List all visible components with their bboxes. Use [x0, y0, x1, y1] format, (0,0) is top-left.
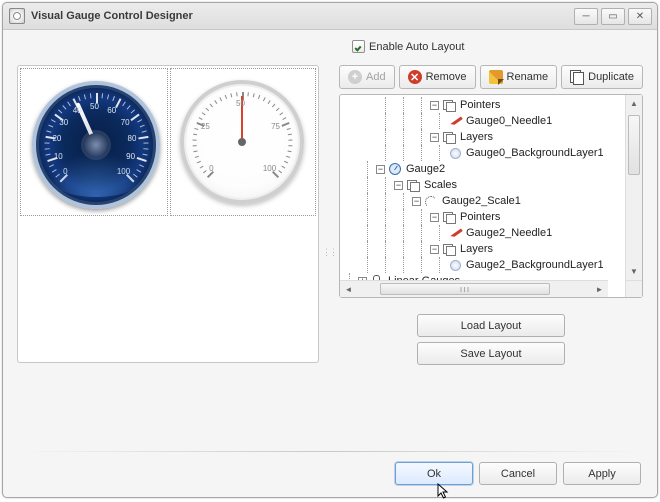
- group-icon: [442, 211, 456, 223]
- scroll-up-icon[interactable]: ▲: [626, 95, 642, 112]
- duplicate-icon: [570, 70, 584, 84]
- expander-icon[interactable]: −: [394, 181, 403, 190]
- tree-node-bg2[interactable]: Gauge2_BackgroundLayer1: [340, 257, 625, 273]
- expander-icon[interactable]: −: [376, 165, 385, 174]
- titlebar: Visual Gauge Control Designer ─ ▭ ✕: [3, 3, 657, 30]
- separator: [17, 451, 643, 452]
- expander-icon[interactable]: −: [430, 101, 439, 110]
- tree-node-scale2-1[interactable]: − Gauge2_Scale1: [340, 193, 625, 209]
- scroll-right-icon[interactable]: ►: [591, 281, 608, 297]
- save-layout-button[interactable]: Save Layout: [417, 342, 565, 365]
- auto-layout-checkbox[interactable]: [352, 40, 365, 53]
- load-layout-button[interactable]: Load Layout: [417, 314, 565, 337]
- tree-hscrollbar[interactable]: ◄ ııı ►: [340, 280, 608, 297]
- close-button[interactable]: ✕: [628, 8, 652, 25]
- plus-icon: +: [348, 70, 362, 84]
- tree-node-scales2[interactable]: − Scales: [340, 177, 625, 193]
- tree-toolbar: + Add ✕ Remove Rename Duplicate: [339, 65, 643, 89]
- tree-node-layers0[interactable]: − Layers: [340, 129, 625, 145]
- gauge-icon: [388, 163, 402, 175]
- gauge2-hub: [238, 138, 246, 146]
- gauge-circular-dark[interactable]: 0102030405060708090100: [32, 81, 160, 209]
- scroll-corner: [625, 280, 642, 297]
- tree-node-needle2[interactable]: Gauge2_Needle1: [340, 225, 625, 241]
- dialog-buttons: Ok Cancel Apply: [17, 462, 643, 485]
- apply-button[interactable]: Apply: [563, 462, 641, 485]
- gauge-circular-light[interactable]: 0255075100: [180, 80, 304, 204]
- add-button[interactable]: + Add: [339, 65, 395, 89]
- remove-button[interactable]: ✕ Remove: [399, 65, 476, 89]
- preview-canvas[interactable]: 0102030405060708090100 0255075100: [17, 65, 319, 363]
- cancel-button[interactable]: Cancel: [479, 462, 557, 485]
- expander-icon[interactable]: −: [430, 133, 439, 142]
- expander-icon[interactable]: −: [430, 213, 439, 222]
- layer-icon: [448, 259, 462, 271]
- tree-node-layers2[interactable]: − Layers: [340, 241, 625, 257]
- tree-node-pointers2[interactable]: − Pointers: [340, 209, 625, 225]
- needle-icon: [448, 115, 462, 127]
- scale-icon: [424, 195, 438, 207]
- designer-window: Visual Gauge Control Designer ─ ▭ ✕ Enab…: [2, 2, 658, 498]
- group-icon: [406, 179, 420, 191]
- scroll-left-icon[interactable]: ◄: [340, 281, 357, 297]
- needle-icon: [448, 227, 462, 239]
- group-icon: [442, 243, 456, 255]
- app-icon: [9, 8, 25, 24]
- group-icon: [442, 99, 456, 111]
- maximize-button[interactable]: ▭: [601, 8, 625, 25]
- pencil-icon: [489, 70, 503, 84]
- ok-button[interactable]: Ok: [395, 462, 473, 485]
- tree-node-pointers0[interactable]: − Pointers: [340, 97, 625, 113]
- layer-icon: [448, 147, 462, 159]
- tree-node-needle0[interactable]: Gauge0_Needle1: [340, 113, 625, 129]
- splitter-handle[interactable]: ⋮⋮: [325, 65, 333, 439]
- duplicate-button[interactable]: Duplicate: [561, 65, 643, 89]
- tree-node-bg0[interactable]: Gauge0_BackgroundLayer1: [340, 145, 625, 161]
- tree-vscrollbar[interactable]: ▲ ▼: [625, 95, 642, 297]
- tree-node-gauge2[interactable]: − Gauge2: [340, 161, 625, 177]
- window-title: Visual Gauge Control Designer: [31, 10, 574, 22]
- hscroll-thumb[interactable]: ııı: [380, 283, 550, 295]
- rename-button[interactable]: Rename: [480, 65, 558, 89]
- vscroll-thumb[interactable]: [628, 115, 640, 175]
- remove-icon: ✕: [408, 70, 422, 84]
- auto-layout-label: Enable Auto Layout: [369, 41, 464, 53]
- scroll-down-icon[interactable]: ▼: [626, 263, 642, 280]
- gauge-cell-1[interactable]: 0102030405060708090100: [20, 68, 168, 216]
- cursor-icon: [437, 483, 451, 501]
- expander-icon[interactable]: −: [430, 245, 439, 254]
- gauge1-hub: [84, 133, 108, 157]
- group-icon: [442, 131, 456, 143]
- expander-icon[interactable]: −: [412, 197, 421, 206]
- minimize-button[interactable]: ─: [574, 8, 598, 25]
- structure-tree[interactable]: − Pointers Gauge0_Needle1 −: [339, 94, 643, 298]
